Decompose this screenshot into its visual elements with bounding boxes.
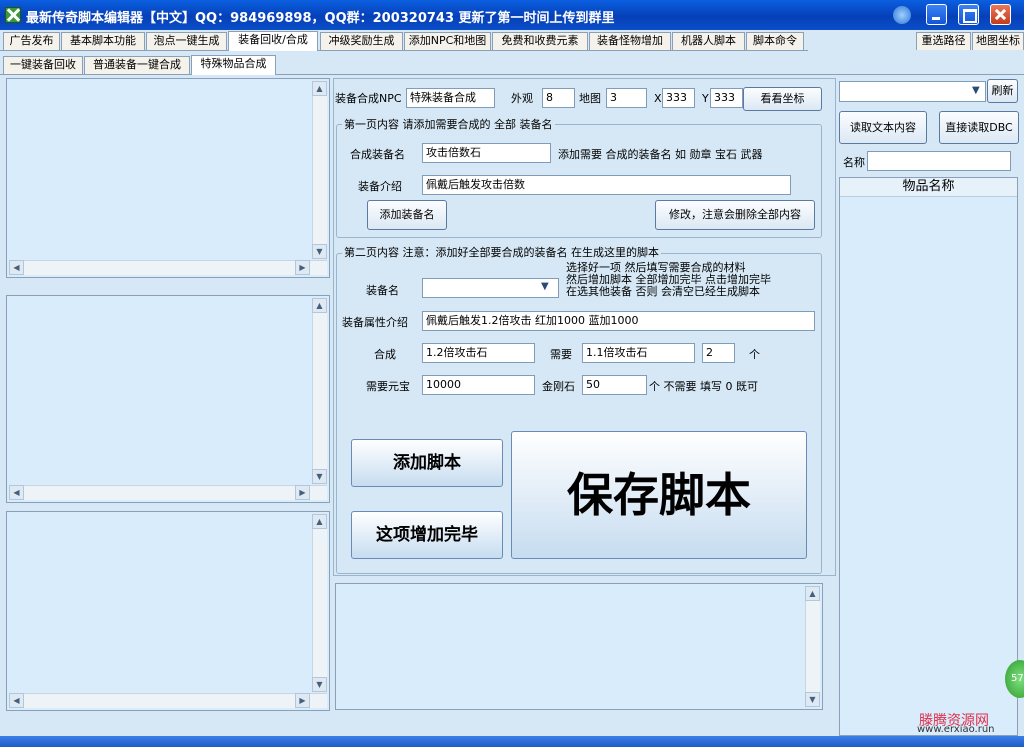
minimize-button[interactable] (926, 4, 947, 25)
look-label: 外观 (511, 92, 533, 105)
horizontal-scrollbar[interactable]: ◀ ▶ (9, 693, 327, 708)
modify-button[interactable]: 修改，注意会删除全部内容 (655, 200, 815, 230)
tab-equip-recycle[interactable]: 装备回收/合成 (228, 31, 318, 51)
attr-label: 装备属性介绍 (342, 316, 408, 329)
equip-desc-input[interactable]: 佩戴后触发攻击倍数 (422, 175, 791, 195)
tab-strip-border (0, 50, 808, 51)
view-coords-button[interactable]: 看看坐标 (743, 87, 822, 111)
tab-monster[interactable]: 装备怪物增加 (589, 32, 671, 50)
subtab-strip-border (0, 74, 1024, 75)
equip-name-hint: 添加需要 合成的装备名 如 勋章 宝石 武器 (558, 148, 763, 161)
yuanbao-input[interactable]: 10000 (422, 375, 535, 395)
page1-title: 第一页内容 请添加需要合成的 全部 装备名 (342, 118, 555, 132)
item-name-header[interactable]: 物品名称 (840, 178, 1017, 197)
attr-input[interactable]: 佩戴后触发1.2倍攻击 红加1000 蓝加1000 (422, 311, 815, 331)
diamond-input[interactable]: 50 (582, 375, 647, 395)
combine-label: 合成 (374, 348, 396, 361)
chevron-down-icon[interactable]: ▼ (541, 281, 549, 292)
x-input[interactable]: 333 (662, 88, 695, 108)
need-label: 需要 (550, 348, 572, 361)
list-box-3[interactable]: ▲ ▼ ◀ ▶ (6, 511, 330, 711)
watermark-url: www.erxiao.run (917, 724, 995, 735)
name-input[interactable] (867, 151, 1011, 171)
vertical-scrollbar[interactable]: ▲ ▼ (312, 298, 327, 484)
npc-input[interactable]: 特殊装备合成 (406, 88, 495, 108)
tab-paodian[interactable]: 泡点一键生成 (146, 32, 227, 50)
chevron-down-icon[interactable]: ▼ (972, 85, 980, 96)
equip-desc-label: 装备介绍 (358, 180, 402, 193)
y-label: Y (702, 92, 709, 105)
equip-select-label: 装备名 (366, 284, 399, 297)
need-input[interactable]: 1.1倍攻击石 (582, 343, 695, 363)
tab-basic-script[interactable]: 基本脚本功能 (61, 32, 145, 50)
tab-commands[interactable]: 脚本命令 (746, 32, 804, 50)
maximize-button[interactable] (958, 4, 979, 25)
subtab-special-combine[interactable]: 特殊物品合成 (191, 55, 276, 75)
tab-level-reward[interactable]: 冲级奖励生成 (320, 32, 403, 50)
vertical-scrollbar[interactable]: ▲ ▼ (312, 514, 327, 692)
diamond-hint: 个 不需要 填写 0 既可 (649, 380, 758, 393)
count-input[interactable]: 2 (702, 343, 735, 363)
equip-name-input[interactable]: 攻击倍数石 (422, 143, 551, 163)
tab-reselect-path[interactable]: 重选路径 (916, 32, 971, 50)
x-label: X (654, 92, 662, 105)
name-label: 名称 (843, 156, 865, 169)
map-input[interactable]: 3 (606, 88, 647, 108)
tab-ad[interactable]: 广告发布 (3, 32, 60, 50)
horizontal-scrollbar[interactable]: ◀ ▶ (9, 485, 327, 500)
close-button[interactable] (990, 4, 1011, 25)
subtab-recycle[interactable]: 一键装备回收 (3, 56, 83, 74)
item-name-list[interactable]: 物品名称 (839, 177, 1018, 736)
list-box-2[interactable]: ▲ ▼ ◀ ▶ (6, 295, 330, 503)
list-box-1[interactable]: ▲ ▼ ◀ ▶ (6, 78, 330, 278)
add-equip-name-button[interactable]: 添加装备名 (367, 200, 447, 230)
diamond-label: 金刚石 (542, 380, 575, 393)
tab-robot[interactable]: 机器人脚本 (672, 32, 745, 50)
tab-free-paid[interactable]: 免费和收费元素 (492, 32, 588, 50)
equip-name-label: 合成装备名 (350, 148, 405, 161)
tab-map-coords[interactable]: 地图坐标 (972, 32, 1024, 50)
tab-add-npc[interactable]: 添加NPC和地图 (404, 32, 491, 50)
app-icon (5, 7, 21, 23)
vertical-scrollbar[interactable]: ▲ ▼ (805, 586, 820, 707)
count-unit: 个 (749, 348, 760, 361)
window-title: 最新传奇脚本编辑器【中文】QQ：984969898，QQ群：200320743 … (26, 11, 615, 26)
horizontal-scrollbar[interactable]: ◀ ▶ (9, 260, 327, 275)
map-label: 地图 (579, 92, 601, 105)
look-input[interactable]: 8 (542, 88, 575, 108)
right-dropdown[interactable] (839, 81, 986, 102)
refresh-button[interactable]: 刷新 (987, 79, 1018, 103)
npc-label: 装备合成NPC (335, 92, 402, 105)
yuanbao-label: 需要元宝 (366, 380, 410, 393)
page2-hint-3: 在选其他装备 否则 会清空已经生成脚本 (566, 285, 760, 298)
script-output-area[interactable]: ▲ ▼ (335, 583, 823, 710)
help-icon[interactable] (893, 6, 911, 24)
read-dbc-button[interactable]: 直接读取DBC (939, 111, 1019, 144)
combine-input[interactable]: 1.2倍攻击石 (422, 343, 535, 363)
add-script-button[interactable]: 添加脚本 (351, 439, 503, 487)
subtab-normal-combine[interactable]: 普通装备一键合成 (84, 56, 190, 74)
taskbar (0, 736, 1024, 747)
read-text-button[interactable]: 读取文本内容 (839, 111, 927, 144)
page2-title: 第二页内容 注意：添加好全部要合成的装备名 在生成这里的脚本 (342, 246, 661, 260)
title-bar: 最新传奇脚本编辑器【中文】QQ：984969898，QQ群：200320743 … (0, 0, 1024, 30)
equip-select[interactable] (422, 278, 559, 298)
save-script-button[interactable]: 保存脚本 (511, 431, 807, 559)
vertical-scrollbar[interactable]: ▲ ▼ (312, 81, 327, 259)
done-button[interactable]: 这项增加完毕 (351, 511, 503, 559)
y-input[interactable]: 333 (710, 88, 743, 108)
